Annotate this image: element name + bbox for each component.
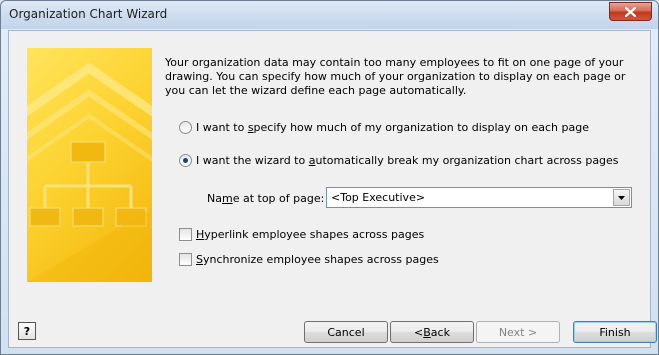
close-button[interactable] — [609, 2, 652, 21]
wizard-body: Your organization data may contain too m… — [8, 30, 657, 348]
hyperlink-checkbox[interactable] — [179, 228, 192, 241]
synchronize-checkbox-row[interactable]: Synchronize employee shapes across pages — [179, 253, 439, 266]
option-specify[interactable]: I want to specify how much of my organiz… — [179, 121, 589, 134]
chevron-down-icon — [618, 195, 625, 200]
radio-auto[interactable] — [179, 154, 192, 167]
dropdown-button[interactable] — [613, 189, 630, 206]
option-auto[interactable]: I want the wizard to automatically break… — [179, 154, 619, 167]
org-chart-banner — [27, 48, 152, 282]
option-auto-label: I want the wizard to automatically break… — [196, 154, 619, 167]
radio-specify[interactable] — [179, 121, 192, 134]
title-bar: Organization Chart Wizard — [1, 1, 658, 29]
next-button[interactable]: Next > — [476, 321, 560, 343]
close-icon — [625, 6, 636, 17]
banner-artwork — [27, 62, 152, 282]
cancel-button[interactable]: Cancel — [304, 321, 388, 343]
hyperlink-checkbox-row[interactable]: Hyperlink employee shapes across pages — [179, 228, 424, 241]
hyperlink-label: Hyperlink employee shapes across pages — [196, 228, 425, 241]
wizard-window: Organization Chart Wizard Your organizat… — [0, 0, 659, 355]
back-button[interactable]: < Back — [390, 321, 474, 343]
name-at-top-label: Name at top of page: — [207, 192, 325, 205]
window-title: Organization Chart Wizard — [9, 7, 168, 21]
radio-selected-dot — [183, 158, 188, 163]
dropdown-value: <Top Executive> — [331, 191, 426, 204]
help-button[interactable]: ? — [18, 322, 36, 340]
synchronize-checkbox[interactable] — [179, 253, 192, 266]
finish-button[interactable]: Finish — [573, 321, 657, 343]
synchronize-label: Synchronize employee shapes across pages — [196, 253, 439, 266]
intro-text: Your organization data may contain too m… — [165, 56, 626, 97]
option-specify-label: I want to specify how much of my organiz… — [196, 121, 589, 134]
name-at-top-dropdown[interactable]: <Top Executive> — [326, 187, 632, 208]
help-icon: ? — [23, 324, 31, 338]
